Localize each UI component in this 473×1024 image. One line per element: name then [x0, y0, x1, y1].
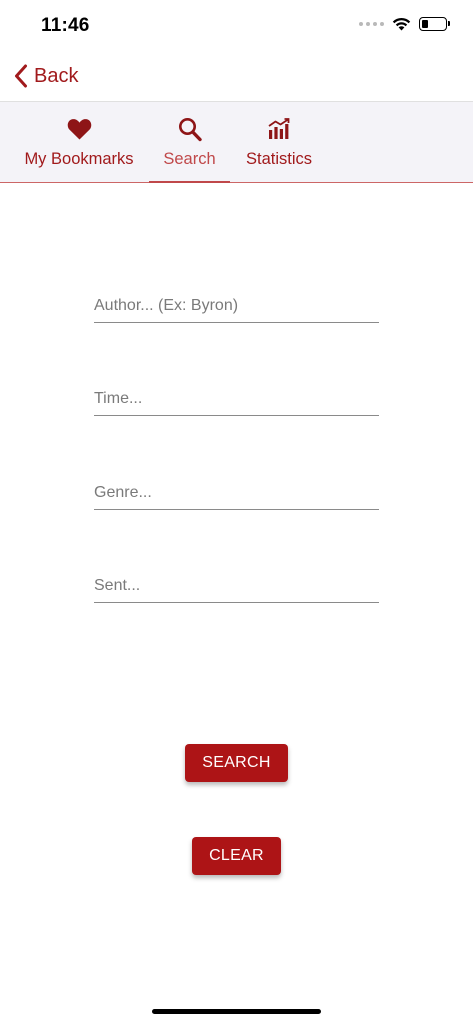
- genre-field: [94, 470, 379, 510]
- search-button[interactable]: SEARCH: [185, 744, 288, 782]
- battery-level: [422, 20, 428, 28]
- tab-label-my-bookmarks: My Bookmarks: [24, 150, 134, 168]
- sent-input[interactable]: [94, 563, 379, 602]
- back-label: Back: [34, 64, 79, 87]
- status-icons: [359, 17, 450, 31]
- time-input[interactable]: [94, 376, 379, 415]
- genre-input[interactable]: [94, 470, 379, 509]
- heart-icon: [67, 119, 91, 140]
- tab-statistics[interactable]: Statistics: [238, 102, 320, 183]
- time-field: [94, 376, 379, 416]
- tab-bar: My Bookmarks Search Statistics: [0, 102, 473, 183]
- wifi-icon: [392, 17, 411, 31]
- status-time: 11:46: [41, 15, 90, 36]
- selected-tab-indicator: [149, 181, 230, 183]
- tab-search[interactable]: Search: [149, 102, 230, 183]
- clear-button[interactable]: CLEAR: [192, 837, 281, 875]
- status-bar: 11:46: [0, 0, 473, 52]
- bar-chart-icon: [268, 118, 290, 139]
- author-field: [94, 283, 379, 323]
- navigation-bar: Back: [0, 52, 473, 102]
- search-icon: [178, 117, 202, 141]
- back-button[interactable]: Back: [14, 64, 78, 88]
- sent-field: [94, 563, 379, 603]
- battery-icon: [419, 17, 450, 31]
- tab-label-statistics: Statistics: [245, 150, 313, 168]
- author-input[interactable]: [94, 283, 379, 322]
- home-indicator[interactable]: [152, 1009, 321, 1014]
- tab-label-search: Search: [163, 150, 216, 168]
- cellular-signal-icon: [359, 22, 384, 26]
- chevron-left-icon: [15, 64, 27, 88]
- tab-my-bookmarks[interactable]: My Bookmarks: [18, 102, 140, 183]
